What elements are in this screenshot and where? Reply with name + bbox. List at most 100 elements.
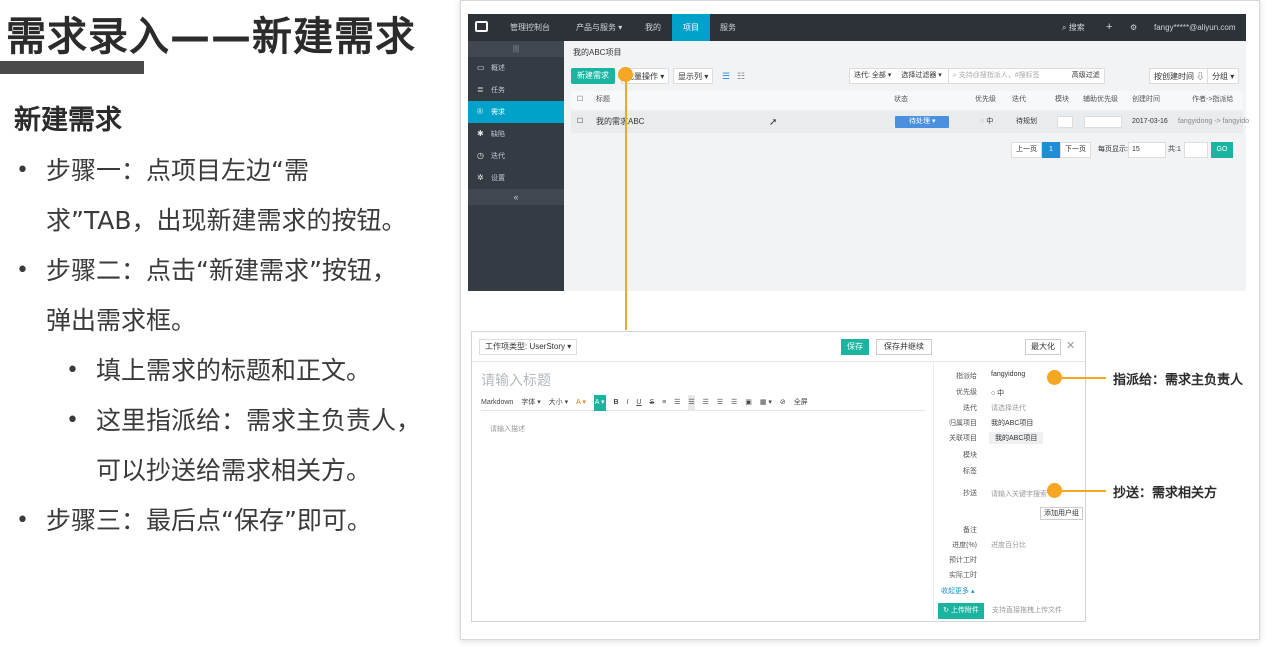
markdown-toggle[interactable]: Markdown <box>481 395 513 411</box>
module-cell[interactable] <box>1057 116 1073 128</box>
bug-icon: ✱ <box>477 129 484 138</box>
fullscreen-button[interactable]: 全屏 <box>794 395 808 411</box>
new-requirement-button[interactable]: 新建需求 <box>571 68 615 84</box>
maximize-button[interactable]: 最大化 <box>1025 339 1061 355</box>
column-header[interactable]: 优先级 <box>975 91 996 109</box>
per-page-input[interactable]: 15 <box>1128 142 1166 158</box>
sidebar-item-settings[interactable]: ✲ 设置 <box>468 167 564 189</box>
column-header[interactable]: 模块 <box>1055 91 1069 109</box>
iteration-label: 迭代: <box>854 72 870 79</box>
column-header[interactable]: 创建时间 <box>1132 91 1160 109</box>
nav-project[interactable]: 项目 <box>672 14 710 41</box>
ordered-list-icon[interactable]: ≡ <box>662 395 666 411</box>
nav-services[interactable]: 服务 <box>714 14 742 41</box>
prev-page-button[interactable]: 上一页 <box>1011 142 1042 158</box>
prop-label: 标签 <box>963 468 977 475</box>
link-icon[interactable]: ⊘ <box>780 395 786 411</box>
progress-input[interactable]: 进度百分比 <box>991 540 1026 550</box>
group-dropdown[interactable]: 分组 ▾ <box>1207 68 1240 84</box>
sidebar-item-tasks[interactable]: ≣ 任务 <box>468 79 564 101</box>
sidebar-item-label: 迭代 <box>490 153 505 160</box>
goto-page-input[interactable] <box>1184 142 1208 158</box>
bullet-step-three: 步骤三：最后点“保存”即可。 <box>14 496 434 546</box>
connector-dot <box>618 67 633 82</box>
image-icon[interactable]: ▣ <box>745 395 752 411</box>
column-header[interactable]: 标题 <box>596 91 610 109</box>
sidebar-item-requirements[interactable]: ® 需求 <box>468 101 564 123</box>
upload-attachment-button[interactable]: ↻ 上传附件 <box>938 603 984 619</box>
row-checkbox[interactable]: ☐ <box>577 111 583 133</box>
work-type-dropdown[interactable]: 工作项类型: UserStory ▾ <box>479 339 578 355</box>
slide-title: 需求录入——新建需求 <box>6 14 416 60</box>
underline-icon[interactable]: U <box>636 395 641 411</box>
assignee-field[interactable]: fangyidong <box>991 371 1025 378</box>
column-header[interactable]: 作者->指派给 <box>1192 91 1233 109</box>
iteration-value[interactable]: 待规划 <box>1016 111 1037 133</box>
bold-icon[interactable]: B <box>614 395 619 411</box>
highlight-icon[interactable]: A ▾ <box>593 395 606 411</box>
sidebar-item-overview[interactable]: ▭ 概述 <box>468 57 564 79</box>
property-panel: 指派给 fangyidong 优先级 ○ 中 迭代 请选择迭代 归属项目 我的A… <box>933 362 1085 622</box>
sort-dropdown[interactable]: 按创建时间 ⇩ <box>1149 68 1210 84</box>
nav-console[interactable]: 管理控制台 <box>504 14 556 41</box>
go-button[interactable]: GO <box>1211 142 1233 158</box>
title-input[interactable]: 请输入标题 <box>481 370 551 390</box>
align-right-icon[interactable]: ☰ <box>717 395 723 411</box>
page-number-button[interactable]: 1 <box>1042 142 1060 158</box>
align-center-icon[interactable]: ☰ <box>703 395 709 411</box>
italic-icon[interactable]: I <box>627 395 629 411</box>
list-view-icon[interactable]: ☰ <box>722 71 730 82</box>
description-editor[interactable]: 请输入描述 <box>490 424 525 434</box>
cc-input[interactable]: 请输入关键字搜索 <box>991 489 1047 499</box>
tree-view-icon[interactable]: ☷ <box>737 71 745 82</box>
nav-mine[interactable]: 我的 <box>639 14 667 41</box>
next-page-button[interactable]: 下一页 <box>1060 142 1091 158</box>
search-input[interactable]: ⌕ 支持@搜指派人，#搜标签 <box>947 69 1066 83</box>
table-row[interactable]: ☐ 我的需求ABC 待处理 ▾ ○ 中 待规划 2017-03-16 fangy… <box>571 111 1249 133</box>
save-button[interactable]: 保存 <box>841 339 869 355</box>
column-header[interactable]: 辅助优先级 <box>1083 91 1118 109</box>
priority-radio[interactable]: ○ 中 <box>991 388 1004 398</box>
font-color-icon[interactable]: A ▾ <box>576 395 586 411</box>
account-name[interactable]: fangy*****@aliyun.com <box>1148 14 1242 41</box>
font-size-dropdown[interactable]: 大小 ▾ <box>549 395 568 411</box>
search-placeholder: 支持@搜指派人，#搜标签 <box>958 72 1040 79</box>
sidebar-item-bugs[interactable]: ✱ 缺陷 <box>468 123 564 145</box>
requirements-content: 我的ABC项目 新建需求 批量操作 ▾ 显示列 ▾ ☰ ☷ 迭代: 全部 ▾ 选… <box>571 41 1249 291</box>
row-title[interactable]: 我的需求ABC <box>596 111 644 133</box>
indent-icon[interactable]: ☰ <box>731 395 737 411</box>
column-header[interactable]: 状态 <box>894 91 908 109</box>
save-continue-button[interactable]: 保存并继续 <box>876 339 932 355</box>
cc-callout-line <box>1060 490 1106 492</box>
priority-value[interactable]: ○ 中 <box>980 111 993 133</box>
add-icon[interactable]: + <box>1100 14 1118 41</box>
status-dropdown[interactable]: 待处理 ▾ <box>895 116 950 128</box>
list-icon: ≣ <box>477 85 484 94</box>
nav-search[interactable]: ⌕ 搜索 <box>1056 14 1091 41</box>
gear-icon[interactable]: ⚙ <box>1124 14 1143 41</box>
iteration-filter[interactable]: 迭代: 全部 ▾ <box>850 69 895 83</box>
unordered-list-icon[interactable]: ☰ <box>674 395 680 411</box>
collapse-sidebar-icon[interactable]: « <box>468 189 564 205</box>
add-user-group-button[interactable]: 添加用户组 <box>1040 507 1083 520</box>
prop-label: 优先级 <box>956 389 977 396</box>
filter-select[interactable]: 选择过滤器 ▾ <box>897 69 945 83</box>
console-logo-icon[interactable] <box>475 21 488 32</box>
sidebar-item-iterations[interactable]: ◷ 迭代 <box>468 145 564 167</box>
nav-products[interactable]: 产品与服务 ▾ <box>570 14 628 41</box>
align-left-icon[interactable]: ☰ <box>688 395 695 411</box>
aux-priority-cell[interactable] <box>1084 116 1122 128</box>
collapse-more-link[interactable]: 收起更多 ▴ <box>941 586 974 596</box>
close-icon[interactable]: ✕ <box>1066 339 1075 352</box>
advanced-filter-link[interactable]: 高级过滤 <box>1068 69 1104 83</box>
font-family-dropdown[interactable]: 字体 ▾ <box>521 395 540 411</box>
linked-project-chip[interactable]: 我的ABC项目 <box>989 432 1044 444</box>
sidebar-grip-icon[interactable]: ||| <box>468 41 564 57</box>
table-icon[interactable]: ▦ ▾ <box>760 395 772 411</box>
column-header[interactable]: 迭代 <box>1012 91 1026 109</box>
columns-dropdown[interactable]: 显示列 ▾ <box>673 68 714 84</box>
search-icon: ⌕ <box>1062 23 1067 32</box>
strikethrough-icon[interactable]: S <box>649 395 654 411</box>
iteration-select[interactable]: 请选择迭代 <box>991 403 1026 413</box>
select-all-checkbox[interactable]: ☐ <box>577 91 583 109</box>
